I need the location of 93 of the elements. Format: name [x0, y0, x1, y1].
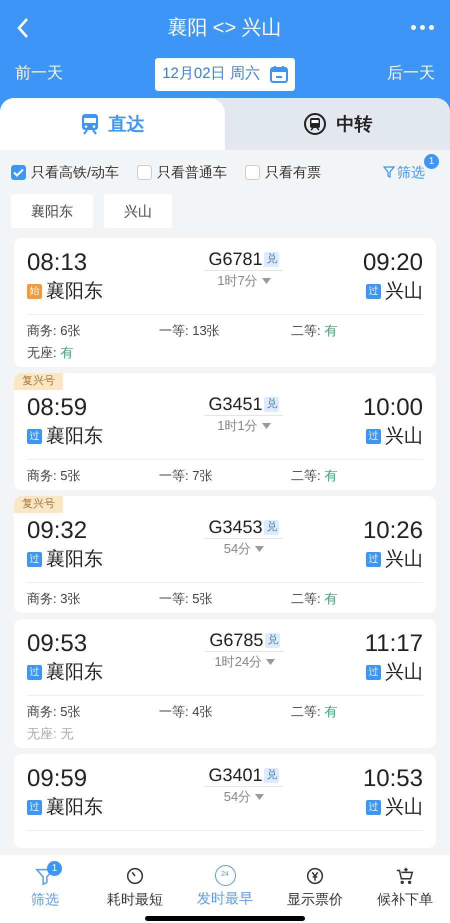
train-number: G3401 — [208, 766, 262, 784]
duration: 1时1分 — [217, 419, 258, 432]
station-tag: 过 — [366, 800, 381, 815]
train-number: G3451 — [208, 395, 262, 413]
train-card[interactable]: 09:59 过 襄阳东 G3401 兑 54分 10:53 过 兴山 — [14, 754, 436, 848]
station-name: 襄阳东 — [46, 427, 103, 446]
station-name: 襄阳东 — [46, 663, 103, 682]
train-number: G6785 — [209, 631, 264, 649]
exchange-tag: 兑 — [264, 768, 280, 782]
checkbox-label[interactable]: 只看高铁/动车 — [31, 162, 119, 182]
arrival-time: 10:26 — [362, 519, 423, 543]
arrival-time: 11:17 — [364, 632, 423, 656]
station-tag: 过 — [366, 665, 381, 680]
caret-icon — [266, 658, 276, 664]
train-number: G6781 — [208, 250, 262, 268]
caret-icon — [255, 546, 264, 552]
seat-availability: 一等: 7张 — [159, 469, 214, 482]
nav-item[interactable]: 显示票价 — [275, 865, 355, 910]
train-card[interactable]: 复兴号 09:32 过 襄阳东 G3453 兑 54分 10:26 过 兴山 商务: 3张 一等: 5张 二等: 有 — [14, 496, 436, 613]
station-chip[interactable]: 兴山 — [104, 194, 172, 228]
seat-availability: 一等: 13张 — [159, 324, 221, 337]
departure-time: 08:13 — [27, 251, 88, 275]
seat-availability: 二等: 有 — [291, 592, 338, 605]
duration: 1时24分 — [214, 655, 262, 668]
date-picker[interactable]: 12月02日 周六 — [155, 58, 295, 90]
station-tag: 过 — [27, 665, 42, 680]
checkbox-label[interactable]: 只看普通车 — [156, 162, 227, 182]
station-tag: 过 — [366, 429, 381, 444]
train-card[interactable]: 复兴号 08:59 过 襄阳东 G3451 兑 1时1分 10:00 过 兴山 商务: 5张 一等: 7张 二等: 有 — [14, 373, 436, 490]
seat-availability: 商务: 3张 — [27, 592, 82, 605]
station-tag: 过 — [366, 552, 381, 567]
station-tag: 过 — [27, 552, 42, 567]
seat-availability: 二等: 有 — [291, 705, 338, 718]
seat-availability: 二等: 有 — [291, 469, 338, 482]
caret-icon — [262, 278, 271, 284]
seat-availability: 一等: 4张 — [159, 705, 214, 718]
count-badge: 1 — [424, 154, 439, 168]
transfer-icon — [302, 112, 326, 136]
checkbox[interactable] — [136, 164, 152, 180]
train-card[interactable]: 09:53 过 襄阳东 G6785 兑 1时24分 11:17 过 兴山 商务: 5张 一等: 4张 二等: 有 无座: 无 — [14, 619, 436, 748]
exchange-tag: 兑 — [264, 252, 280, 266]
train-icon — [80, 113, 98, 135]
seat-availability: 商务: 5张 — [27, 705, 82, 718]
arrival-time: 09:20 — [362, 251, 423, 275]
duration: 54分 — [224, 790, 252, 803]
exchange-tag: 兑 — [264, 520, 280, 534]
station-name: 兴山 — [385, 427, 423, 446]
station-name: 襄阳东 — [46, 282, 103, 301]
route-title: 襄阳 <> 兴山 — [167, 16, 282, 40]
train-type-badge: 复兴号 — [14, 373, 63, 390]
seat-availability: 商务: 5张 — [27, 469, 82, 482]
seat-availability: 无座: 有 — [27, 346, 74, 359]
calendar-icon — [270, 65, 288, 83]
train-type-badge: 复兴号 — [14, 496, 63, 513]
train-number: G3453 — [208, 518, 262, 536]
departure-time: 09:53 — [27, 632, 88, 656]
arrival-time: 10:00 — [362, 396, 423, 420]
station-name: 兴山 — [385, 663, 423, 682]
exchange-tag: 兑 — [264, 396, 280, 412]
nav-item[interactable]: 耗时最短 — [95, 865, 175, 910]
caret-icon — [255, 794, 264, 800]
timer-icon — [124, 865, 146, 887]
duration: 54分 — [224, 542, 252, 555]
station-tag: 始 — [27, 284, 42, 299]
duration: 1时7分 — [217, 274, 258, 287]
departure-time: 09:59 — [27, 767, 88, 791]
station-name: 兴山 — [385, 798, 423, 817]
train-card[interactable]: 08:13 始 襄阳东 G6781 兑 1时7分 09:20 过 兴山 商务: 6张 一等: 13张 二等: 有 无座: 有 — [14, 238, 436, 367]
station-name: 兴山 — [385, 282, 423, 301]
station-name: 襄阳东 — [46, 798, 103, 817]
seat-availability: 一等: 5张 — [159, 592, 214, 605]
arrival-time: 10:53 — [362, 767, 423, 791]
yen-icon — [304, 865, 326, 887]
checkbox-label[interactable]: 只看有票 — [264, 162, 321, 182]
exchange-tag: 兑 — [265, 632, 280, 648]
station-name: 襄阳东 — [46, 550, 103, 569]
cart-icon — [394, 865, 416, 887]
station-chip[interactable]: 襄阳东 — [11, 194, 93, 228]
checkbox[interactable] — [11, 164, 26, 180]
station-tag: 过 — [366, 284, 381, 299]
seat-availability: 二等: 有 — [291, 324, 338, 337]
filter-icon — [383, 166, 395, 178]
departure-time: 08:59 — [27, 396, 88, 420]
caret-icon — [262, 422, 271, 428]
departure-time: 09:32 — [27, 519, 88, 543]
nav-item[interactable]: 候补下单 — [365, 865, 445, 910]
station-tag: 过 — [27, 429, 42, 444]
station-name: 兴山 — [385, 550, 423, 569]
seat-availability: 商务: 6张 — [27, 324, 82, 337]
seat-availability: 无座: 无 — [27, 727, 74, 740]
station-tag: 过 — [27, 800, 42, 815]
count-badge: 1 — [47, 861, 62, 876]
checkbox[interactable] — [244, 164, 260, 180]
